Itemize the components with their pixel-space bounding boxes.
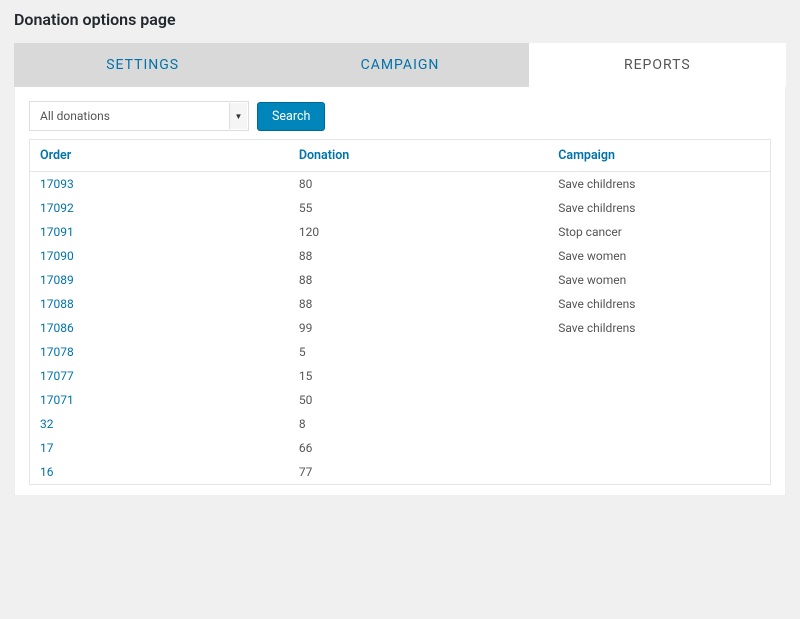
table-row: 17092 55Save childrens — [30, 196, 771, 220]
table-row: 17088 88Save childrens — [30, 292, 771, 316]
order-cell: 17088 — [30, 292, 289, 316]
campaign-cell: Save childrens — [548, 292, 770, 316]
filter-row: All donations ▼ Search — [29, 101, 771, 131]
page-wrap: Donation options page SETTINGS CAMPAIGN … — [0, 0, 800, 496]
table-row: 17071 50 — [30, 388, 771, 412]
order-cell: 17 — [30, 436, 289, 460]
donation-cell: 120 — [289, 220, 548, 244]
donations-table: Order Donation Campaign 1709380Save chil… — [29, 139, 771, 485]
search-button[interactable]: Search — [257, 102, 325, 131]
filter-select[interactable]: All donations ▼ — [29, 101, 249, 131]
order-cell: 16 — [30, 460, 289, 485]
campaign-cell — [548, 460, 770, 485]
campaign-cell: Save childrens — [548, 196, 770, 220]
order-cell: 17093 — [30, 172, 289, 197]
donation-cell: 50 — [289, 388, 548, 412]
order-link[interactable]: 16 — [40, 465, 54, 479]
chevron-down-icon: ▼ — [229, 103, 247, 129]
table-row: 17093 80Save childrens — [30, 172, 771, 197]
campaign-cell: Save childrens — [548, 316, 770, 340]
order-link[interactable]: 17071 — [40, 393, 74, 407]
campaign-cell: Save childrens — [548, 172, 770, 197]
order-link[interactable]: 17088 — [40, 297, 74, 311]
campaign-cell — [548, 388, 770, 412]
header-donation[interactable]: Donation — [289, 140, 548, 172]
campaign-cell — [548, 412, 770, 436]
campaign-cell: Save women — [548, 268, 770, 292]
order-cell: 17090 — [30, 244, 289, 268]
order-link[interactable]: 17093 — [40, 177, 74, 191]
donation-cell: 55 — [289, 196, 548, 220]
tab-campaign[interactable]: CAMPAIGN — [271, 43, 528, 87]
table-row: 1766 — [30, 436, 771, 460]
donation-cell: 5 — [289, 340, 548, 364]
page-title: Donation options page — [14, 10, 786, 29]
order-link[interactable]: 17091 — [40, 225, 74, 239]
donation-cell: 80 — [289, 172, 548, 197]
table-row: 17089 88Save women — [30, 268, 771, 292]
order-cell: 32 — [30, 412, 289, 436]
campaign-cell — [548, 364, 770, 388]
header-campaign[interactable]: Campaign — [548, 140, 770, 172]
order-link[interactable]: 17086 — [40, 321, 74, 335]
order-cell: 17092 — [30, 196, 289, 220]
donation-cell: 88 — [289, 268, 548, 292]
table-row: 17078 5 — [30, 340, 771, 364]
table-row: 32 8 — [30, 412, 771, 436]
campaign-cell: Save women — [548, 244, 770, 268]
tab-reports[interactable]: REPORTS — [529, 43, 786, 87]
donation-cell: 66 — [289, 436, 548, 460]
table-row: 17091 120Stop cancer — [30, 220, 771, 244]
campaign-cell: Stop cancer — [548, 220, 770, 244]
order-link[interactable]: 17092 — [40, 201, 74, 215]
donation-cell: 8 — [289, 412, 548, 436]
tab-settings[interactable]: SETTINGS — [14, 43, 271, 87]
table-row: 17090 88Save women — [30, 244, 771, 268]
donation-cell: 99 — [289, 316, 548, 340]
tabs: SETTINGS CAMPAIGN REPORTS — [14, 43, 786, 87]
order-cell: 17086 — [30, 316, 289, 340]
order-cell: 17077 — [30, 364, 289, 388]
order-cell: 17071 — [30, 388, 289, 412]
order-link[interactable]: 17090 — [40, 249, 74, 263]
order-link[interactable]: 17089 — [40, 273, 74, 287]
order-link[interactable]: 17078 — [40, 345, 74, 359]
order-link[interactable]: 17 — [40, 441, 54, 455]
campaign-cell — [548, 340, 770, 364]
table-row: 17086 99Save childrens — [30, 316, 771, 340]
donation-cell: 15 — [289, 364, 548, 388]
donation-cell: 88 — [289, 244, 548, 268]
order-cell: 17089 — [30, 268, 289, 292]
donation-cell: 88 — [289, 292, 548, 316]
donation-cell: 77 — [289, 460, 548, 485]
reports-panel: All donations ▼ Search Order Donation Ca… — [14, 87, 786, 496]
header-order[interactable]: Order — [30, 140, 289, 172]
order-cell: 17091 — [30, 220, 289, 244]
table-row: 1677 — [30, 460, 771, 485]
filter-selected-value: All donations — [40, 109, 110, 123]
order-cell: 17078 — [30, 340, 289, 364]
order-link[interactable]: 32 — [40, 417, 54, 431]
campaign-cell — [548, 436, 770, 460]
table-row: 17077 15 — [30, 364, 771, 388]
order-link[interactable]: 17077 — [40, 369, 74, 383]
